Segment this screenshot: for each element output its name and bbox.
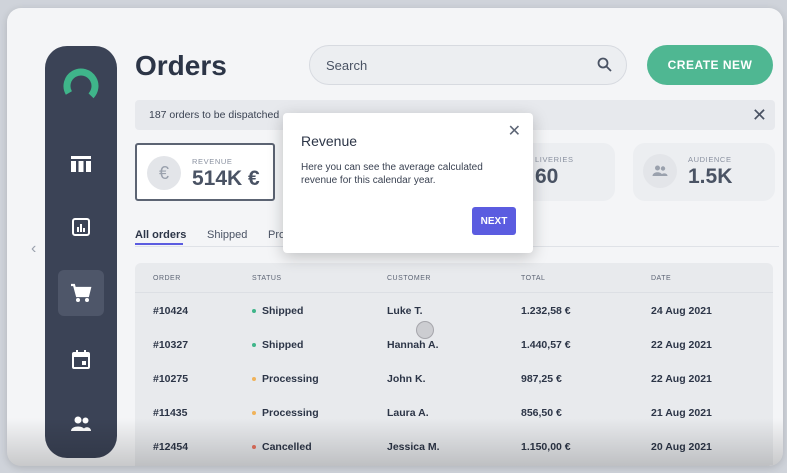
order-id: #10275: [153, 373, 189, 385]
column-header-status[interactable]: STATUS: [252, 275, 282, 282]
card-label: REVENUE: [192, 157, 233, 166]
nav-calendar[interactable]: [58, 336, 104, 382]
card-label: LIVERIES: [535, 155, 574, 164]
collapse-sidebar-icon[interactable]: ‹: [31, 240, 36, 258]
people-icon: [643, 154, 677, 188]
people-icon: [71, 416, 91, 431]
order-id: #11435: [153, 407, 188, 419]
page-title: Orders: [135, 50, 227, 81]
table-row[interactable]: #12454 Cancelled Jessica M. 1.150,00 € 2…: [135, 431, 773, 465]
order-total: 1.232,58 €: [521, 305, 571, 317]
sidebar: [45, 46, 117, 458]
order-status: Shipped: [252, 305, 303, 317]
status-dot: [252, 309, 256, 314]
order-id: #10327: [153, 339, 189, 351]
close-icon[interactable]: ✕: [752, 105, 767, 126]
customer-name: John K.: [387, 373, 426, 385]
audience-card[interactable]: AUDIENCE 1.5K: [633, 143, 775, 201]
app-logo[interactable]: [63, 68, 99, 104]
order-total: 1.150,00 €: [521, 441, 571, 453]
order-date: 22 Aug 2021: [651, 373, 712, 385]
bar-chart-icon: [72, 218, 90, 236]
status-text: Shipped: [262, 305, 304, 317]
column-header-order[interactable]: ORDER: [153, 275, 181, 282]
status-text: Shipped: [262, 339, 304, 351]
cursor-indicator: [416, 321, 434, 339]
cart-icon: [71, 283, 92, 302]
status-dot: [252, 343, 256, 348]
table-row[interactable]: #10424 Shipped Luke T. 1.232,58 € 24 Aug…: [135, 295, 773, 329]
card-value: 1.5K: [688, 165, 733, 188]
card-value: 514K €: [192, 167, 260, 190]
status-text: Processing: [262, 407, 319, 419]
table-icon: [71, 156, 91, 172]
order-id: #12454: [153, 441, 189, 453]
table-row[interactable]: #10327 Shipped Hannah A. 1.440,57 € 22 A…: [135, 329, 773, 363]
order-id: #10424: [153, 305, 189, 317]
next-button[interactable]: NEXT: [472, 207, 516, 235]
search-input[interactable]: Search: [309, 45, 627, 85]
card-value: 60: [535, 165, 559, 188]
order-total: 987,25 €: [521, 373, 562, 385]
main-content: Orders Search CREATE NEW 187 orders to b…: [135, 45, 783, 466]
order-total: 1.440,57 €: [521, 339, 571, 351]
status-dot: [252, 411, 256, 416]
customer-name: Luke T.: [387, 305, 423, 317]
order-total: 856,50 €: [521, 407, 562, 419]
revenue-card[interactable]: € REVENUE 514K €: [135, 143, 275, 201]
order-status: Processing: [252, 373, 319, 385]
euro-icon: €: [147, 156, 181, 190]
order-date: 20 Aug 2021: [651, 441, 712, 453]
status-dot: [252, 445, 256, 450]
status-text: Cancelled: [262, 441, 312, 453]
calendar-icon: [72, 349, 90, 369]
nav-reports[interactable]: [58, 204, 104, 250]
customer-name: Laura A.: [387, 407, 429, 419]
table-row[interactable]: #10275 Processing John K. 987,25 € 22 Au…: [135, 363, 773, 397]
tab-shipped[interactable]: Shipped: [207, 229, 247, 241]
status-text: Processing: [262, 373, 319, 385]
order-date: 24 Aug 2021: [651, 305, 712, 317]
column-header-date[interactable]: DATE: [651, 275, 671, 282]
order-status: Cancelled: [252, 441, 312, 453]
tab-all-orders[interactable]: All orders: [135, 229, 186, 241]
status-dot: [252, 377, 256, 382]
search-placeholder: Search: [326, 58, 368, 73]
create-new-button[interactable]: CREATE NEW: [647, 45, 773, 85]
card-label: AUDIENCE: [688, 155, 732, 164]
customer-name: Jessica M.: [387, 441, 440, 453]
orders-table: ORDER STATUS CUSTOMER TOTAL DATE #10424 …: [135, 263, 773, 466]
column-header-total[interactable]: TOTAL: [521, 275, 545, 282]
notice-text: 187 orders to be dispatched: [149, 109, 280, 121]
order-status: Shipped: [252, 339, 303, 351]
active-tab-indicator: [135, 243, 183, 245]
revenue-tour-popover: Revenue ✕ Here you can see the average c…: [283, 113, 533, 253]
table-header: ORDER STATUS CUSTOMER TOTAL DATE: [135, 263, 773, 293]
order-status: Processing: [252, 407, 319, 419]
column-header-customer[interactable]: CUSTOMER: [387, 275, 431, 282]
popover-body: Here you can see the average calculated …: [301, 162, 483, 186]
order-date: 21 Aug 2021: [651, 407, 712, 419]
nav-orders[interactable]: [58, 270, 104, 316]
close-icon[interactable]: ✕: [508, 121, 521, 141]
search-icon[interactable]: [597, 57, 612, 72]
nav-users[interactable]: [58, 401, 104, 447]
table-row[interactable]: #11435 Processing Laura A. 856,50 € 21 A…: [135, 397, 773, 431]
customer-name: Hannah A.: [387, 339, 439, 351]
nav-catalog[interactable]: [58, 141, 104, 187]
order-date: 22 Aug 2021: [651, 339, 712, 351]
popover-title: Revenue: [301, 133, 358, 149]
